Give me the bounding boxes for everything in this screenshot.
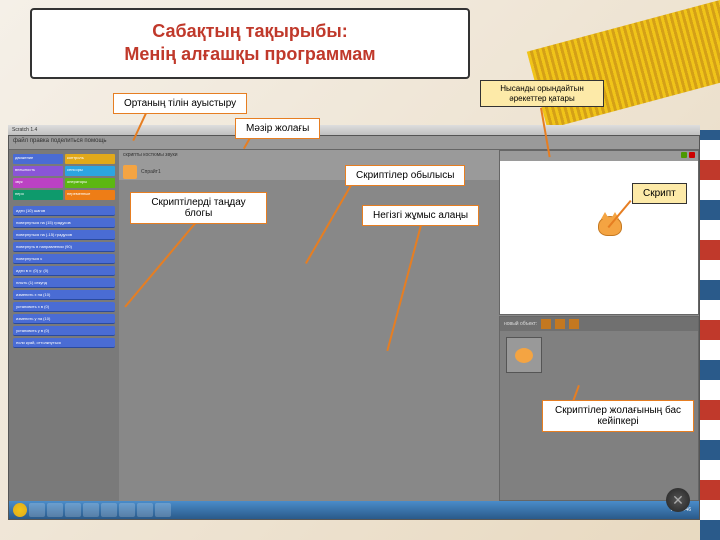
callout-language: Ортаның тілін ауыстыру (113, 93, 247, 114)
block[interactable]: идти в x: (0) y: (0) (13, 266, 115, 276)
block[interactable]: установить x в (0) (13, 302, 115, 312)
callout-text: Скрипт (643, 188, 676, 199)
block[interactable]: установить y в (0) (13, 326, 115, 336)
category-looks[interactable]: внешность (13, 166, 63, 176)
sprite-list-header: новый объект: (500, 317, 698, 331)
callout-blocks: Скриптілерді таңдау блогы (130, 192, 267, 224)
category-sensing[interactable]: сенсоры (65, 166, 115, 176)
block-palette: движение контроль внешность сенсоры звук… (9, 150, 119, 501)
callout-text: Скриптілер жолағының бас кейіпкері (553, 405, 683, 427)
callout-text: Мәзір жолағы (246, 123, 309, 134)
callout-text: Скриптілерді таңдау блогы (141, 197, 256, 219)
category-operators[interactable]: операторы (65, 178, 115, 188)
start-button-icon[interactable] (13, 503, 27, 517)
sprite-thumbnail[interactable] (506, 337, 542, 373)
media-icon[interactable] (65, 503, 81, 517)
title-line2: Менің алғашқы программам (124, 44, 375, 64)
category-motion[interactable]: движение (13, 154, 63, 164)
exit-button[interactable]: ✕ (666, 488, 690, 512)
category-sound[interactable]: звук (13, 178, 63, 188)
callout-text: Ортаның тілін ауыстыру (124, 98, 236, 109)
green-flag-icon[interactable] (681, 152, 687, 158)
category-control[interactable]: контроль (65, 154, 115, 164)
block[interactable]: если край, оттолкнуться (13, 338, 115, 348)
surprise-icon[interactable] (569, 319, 579, 329)
callout-workarea: Негізгі жұмыс алаңы (362, 205, 479, 226)
block[interactable]: повернуться на (15) градусов (13, 218, 115, 228)
app-icon[interactable] (137, 503, 153, 517)
stop-icon[interactable] (689, 152, 695, 158)
title-line1: Сабақтың тақырыбы: (152, 21, 348, 41)
category-grid: движение контроль внешность сенсоры звук… (13, 154, 115, 200)
scripts-canvas[interactable] (119, 180, 499, 501)
stage-header (500, 151, 698, 161)
block[interactable]: идти (10) шагов (13, 206, 115, 216)
menu-items[interactable]: файл правка поделиться помощь (13, 138, 107, 144)
block[interactable]: изменить y на (10) (13, 314, 115, 324)
explorer-icon[interactable] (47, 503, 63, 517)
block[interactable]: повернуться на (-15) градусов (13, 230, 115, 240)
block[interactable]: повернуться к (13, 254, 115, 264)
paint-icon[interactable] (541, 319, 551, 329)
lesson-title-card: Сабақтың тақырыбы: Менің алғашқы програм… (30, 8, 470, 79)
callout-sprite-row: Скриптілер жолағының бас кейіпкері (542, 400, 694, 432)
block[interactable]: изменить x на (10) (13, 290, 115, 300)
lesson-title: Сабақтың тақырыбы: Менің алғашқы програм… (47, 20, 453, 67)
sprite-name: Спрайт1 (141, 169, 161, 175)
category-pen[interactable]: перо (13, 190, 63, 200)
category-variables[interactable]: переменные (65, 190, 115, 200)
powerpoint-icon[interactable] (119, 503, 135, 517)
callout-script-area: Скриптілер обылысы (345, 165, 465, 186)
scratch-window: файл правка поделиться помощь движение к… (8, 135, 700, 520)
block[interactable]: плыть (1) секунд (13, 278, 115, 288)
menu-bar[interactable]: файл правка поделиться помощь (9, 136, 699, 150)
new-object-label: новый объект: (504, 321, 537, 327)
callout-script: Скрипт (632, 183, 687, 204)
cat-icon (515, 348, 533, 363)
callout-text: Нысанды орындайтын әрекеттер қатары (487, 84, 597, 103)
window-title: Scratch 1.4 (12, 127, 37, 133)
callout-text: Негізгі жұмыс алаңы (373, 210, 468, 221)
sprite-thumbnail-icon[interactable] (123, 165, 137, 179)
callout-text: Скриптілер обылысы (356, 170, 454, 181)
chrome-icon[interactable] (83, 503, 99, 517)
import-icon[interactable] (555, 319, 565, 329)
stage-area (499, 150, 699, 315)
scripts-tabs[interactable]: скрипты костюмы звуки (119, 150, 499, 164)
scratch-icon[interactable] (155, 503, 171, 517)
word-icon[interactable] (101, 503, 117, 517)
close-icon: ✕ (672, 492, 684, 509)
callout-object-actions: Нысанды орындайтын әрекеттер қатары (480, 80, 604, 107)
block[interactable]: повернуть в направлении (90) (13, 242, 115, 252)
windows-taskbar[interactable]: Ru 10:46 (9, 501, 699, 519)
callout-menu: Мәзір жолағы (235, 118, 320, 139)
ie-icon[interactable] (29, 503, 45, 517)
